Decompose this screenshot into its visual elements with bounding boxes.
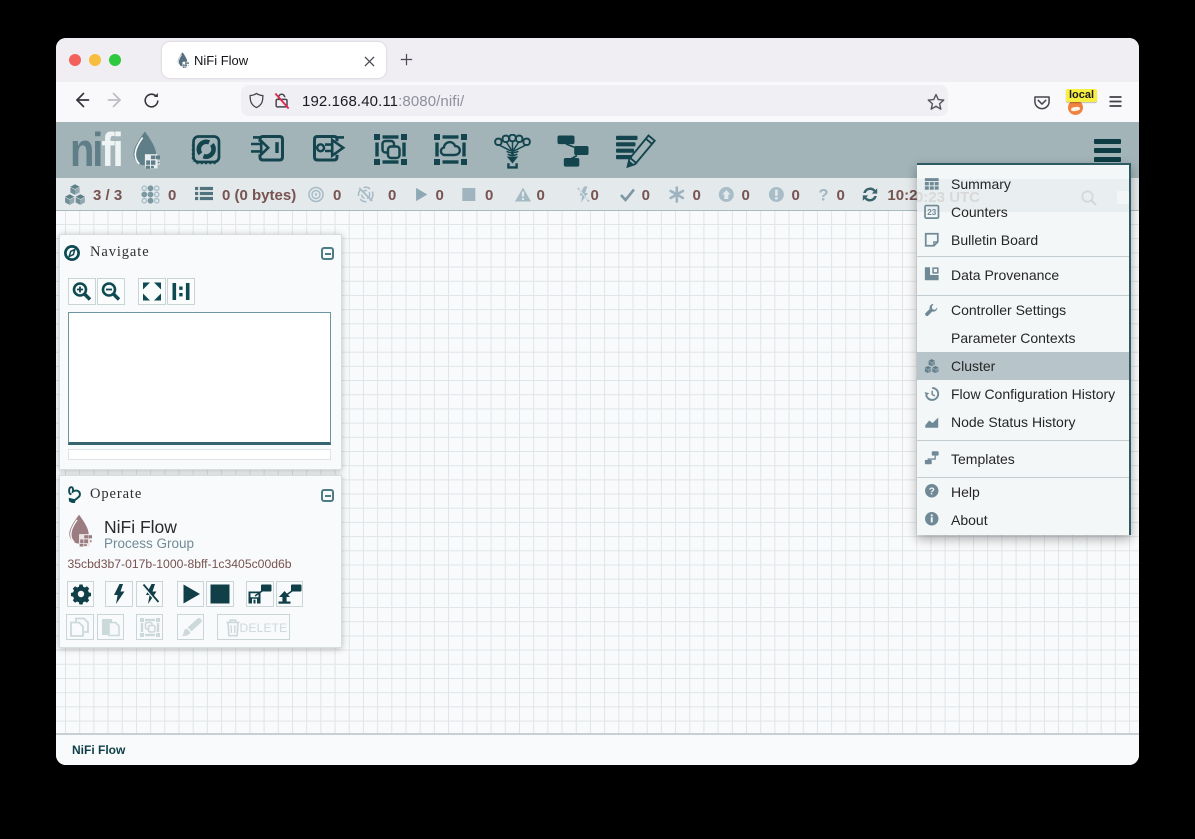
svg-text:?: ? (819, 187, 829, 205)
svg-text:?: ? (929, 486, 935, 497)
svg-text:0: 0 (537, 187, 545, 204)
svg-text:0: 0 (792, 187, 800, 204)
svg-text:0: 0 (436, 187, 444, 204)
svg-text:3 / 3: 3 / 3 (93, 187, 122, 204)
svg-text:0 (0 bytes): 0 (0 bytes) (222, 187, 296, 204)
svg-text:0: 0 (388, 187, 396, 204)
svg-text:0: 0 (642, 187, 650, 204)
svg-text:10:2: 10:2 (887, 187, 917, 204)
svg-text:0: 0 (742, 187, 750, 204)
svg-text:0: 0 (837, 187, 845, 204)
svg-text:23: 23 (927, 208, 937, 217)
svg-text:0: 0 (168, 187, 176, 204)
svg-text:0: 0 (693, 187, 701, 204)
svg-text:0: 0 (333, 187, 341, 204)
svg-text:0: 0 (591, 187, 599, 204)
svg-text:0: 0 (485, 187, 493, 204)
